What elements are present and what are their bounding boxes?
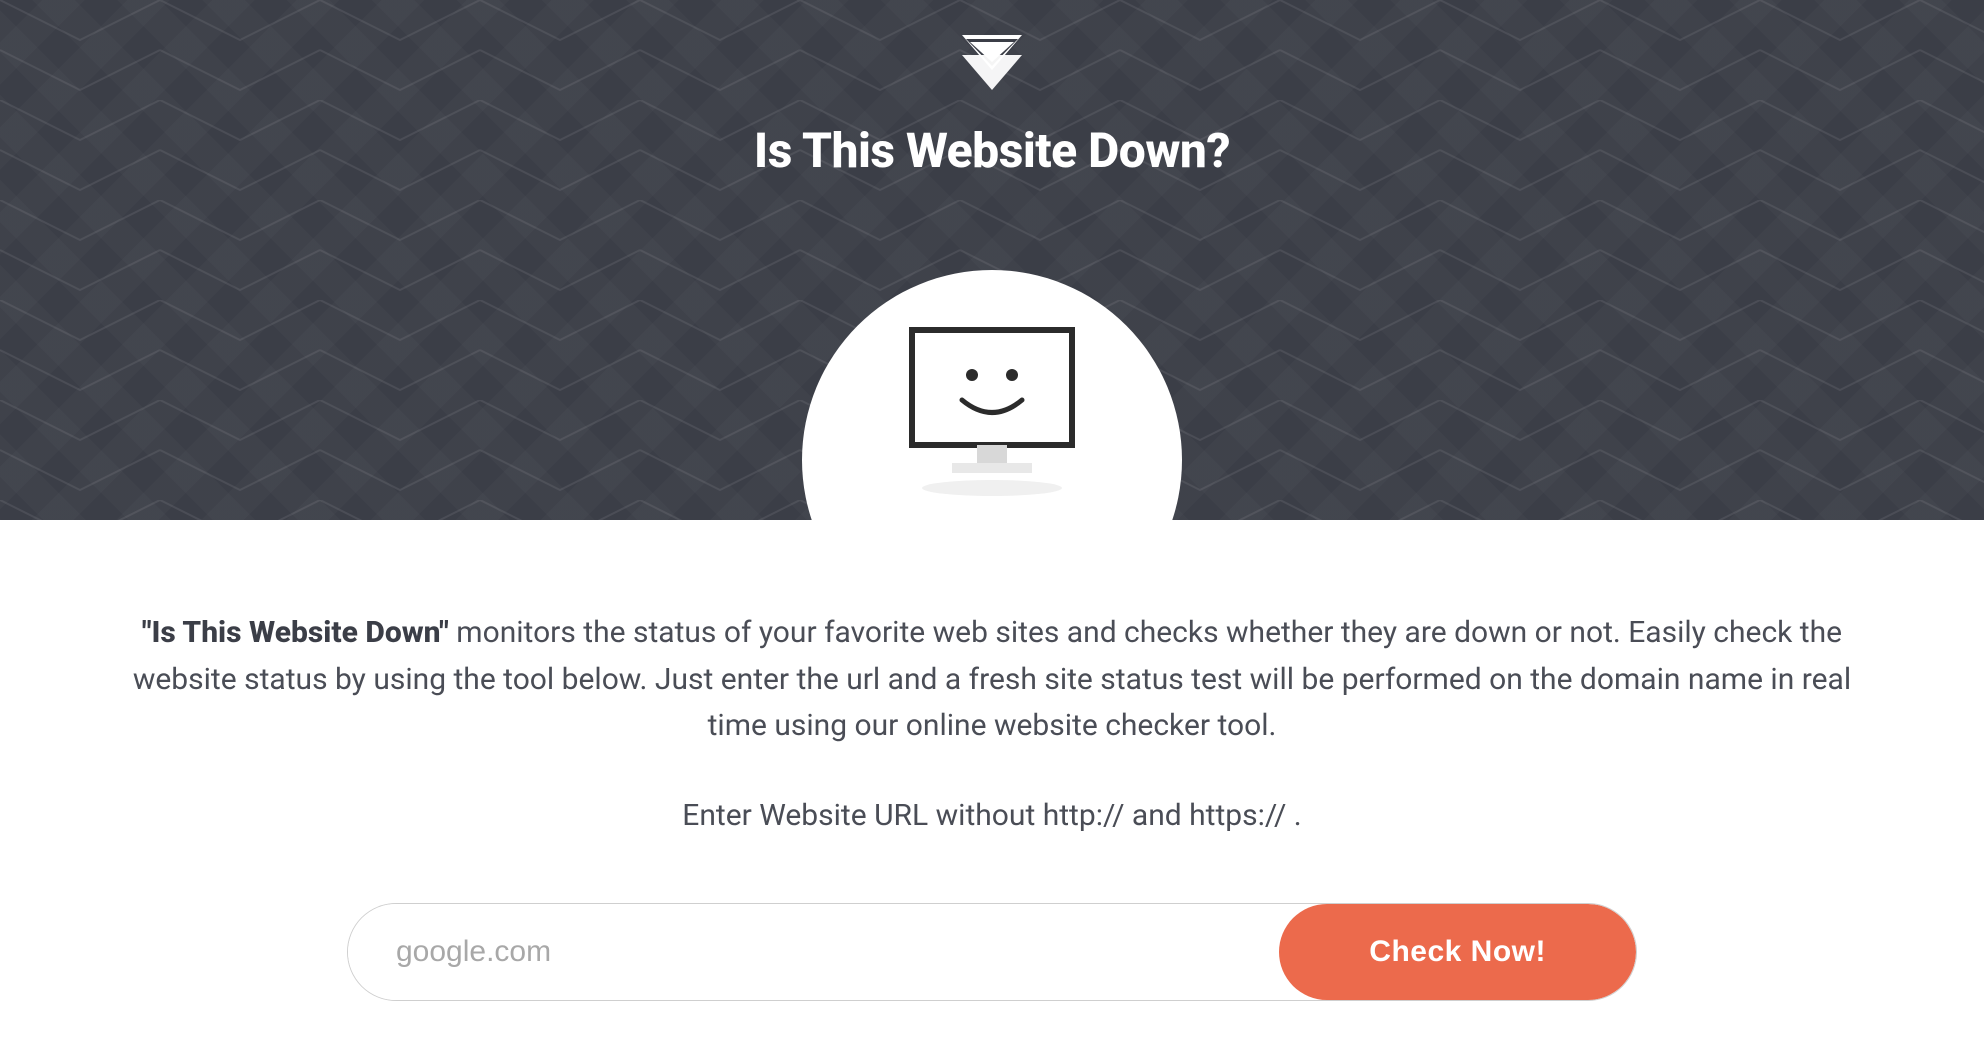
- monitor-illustration-wrap: [802, 140, 1182, 520]
- description-text: "Is This Website Down" monitors the stat…: [122, 610, 1862, 750]
- monitor-circle: [802, 270, 1182, 520]
- happy-monitor-icon: [892, 320, 1092, 500]
- main-content: "Is This Website Down" monitors the stat…: [62, 520, 1922, 1061]
- check-now-button[interactable]: Check Now!: [1279, 904, 1636, 1000]
- description-bold: "Is This Website Down": [142, 615, 449, 650]
- instruction-text: Enter Website URL without http:// and ht…: [122, 798, 1862, 833]
- url-input[interactable]: [348, 904, 1279, 1000]
- logo-icon: [952, 30, 1032, 104]
- hero-section: Is This Website Down?: [0, 0, 1984, 520]
- url-check-form: Check Now!: [347, 903, 1637, 1001]
